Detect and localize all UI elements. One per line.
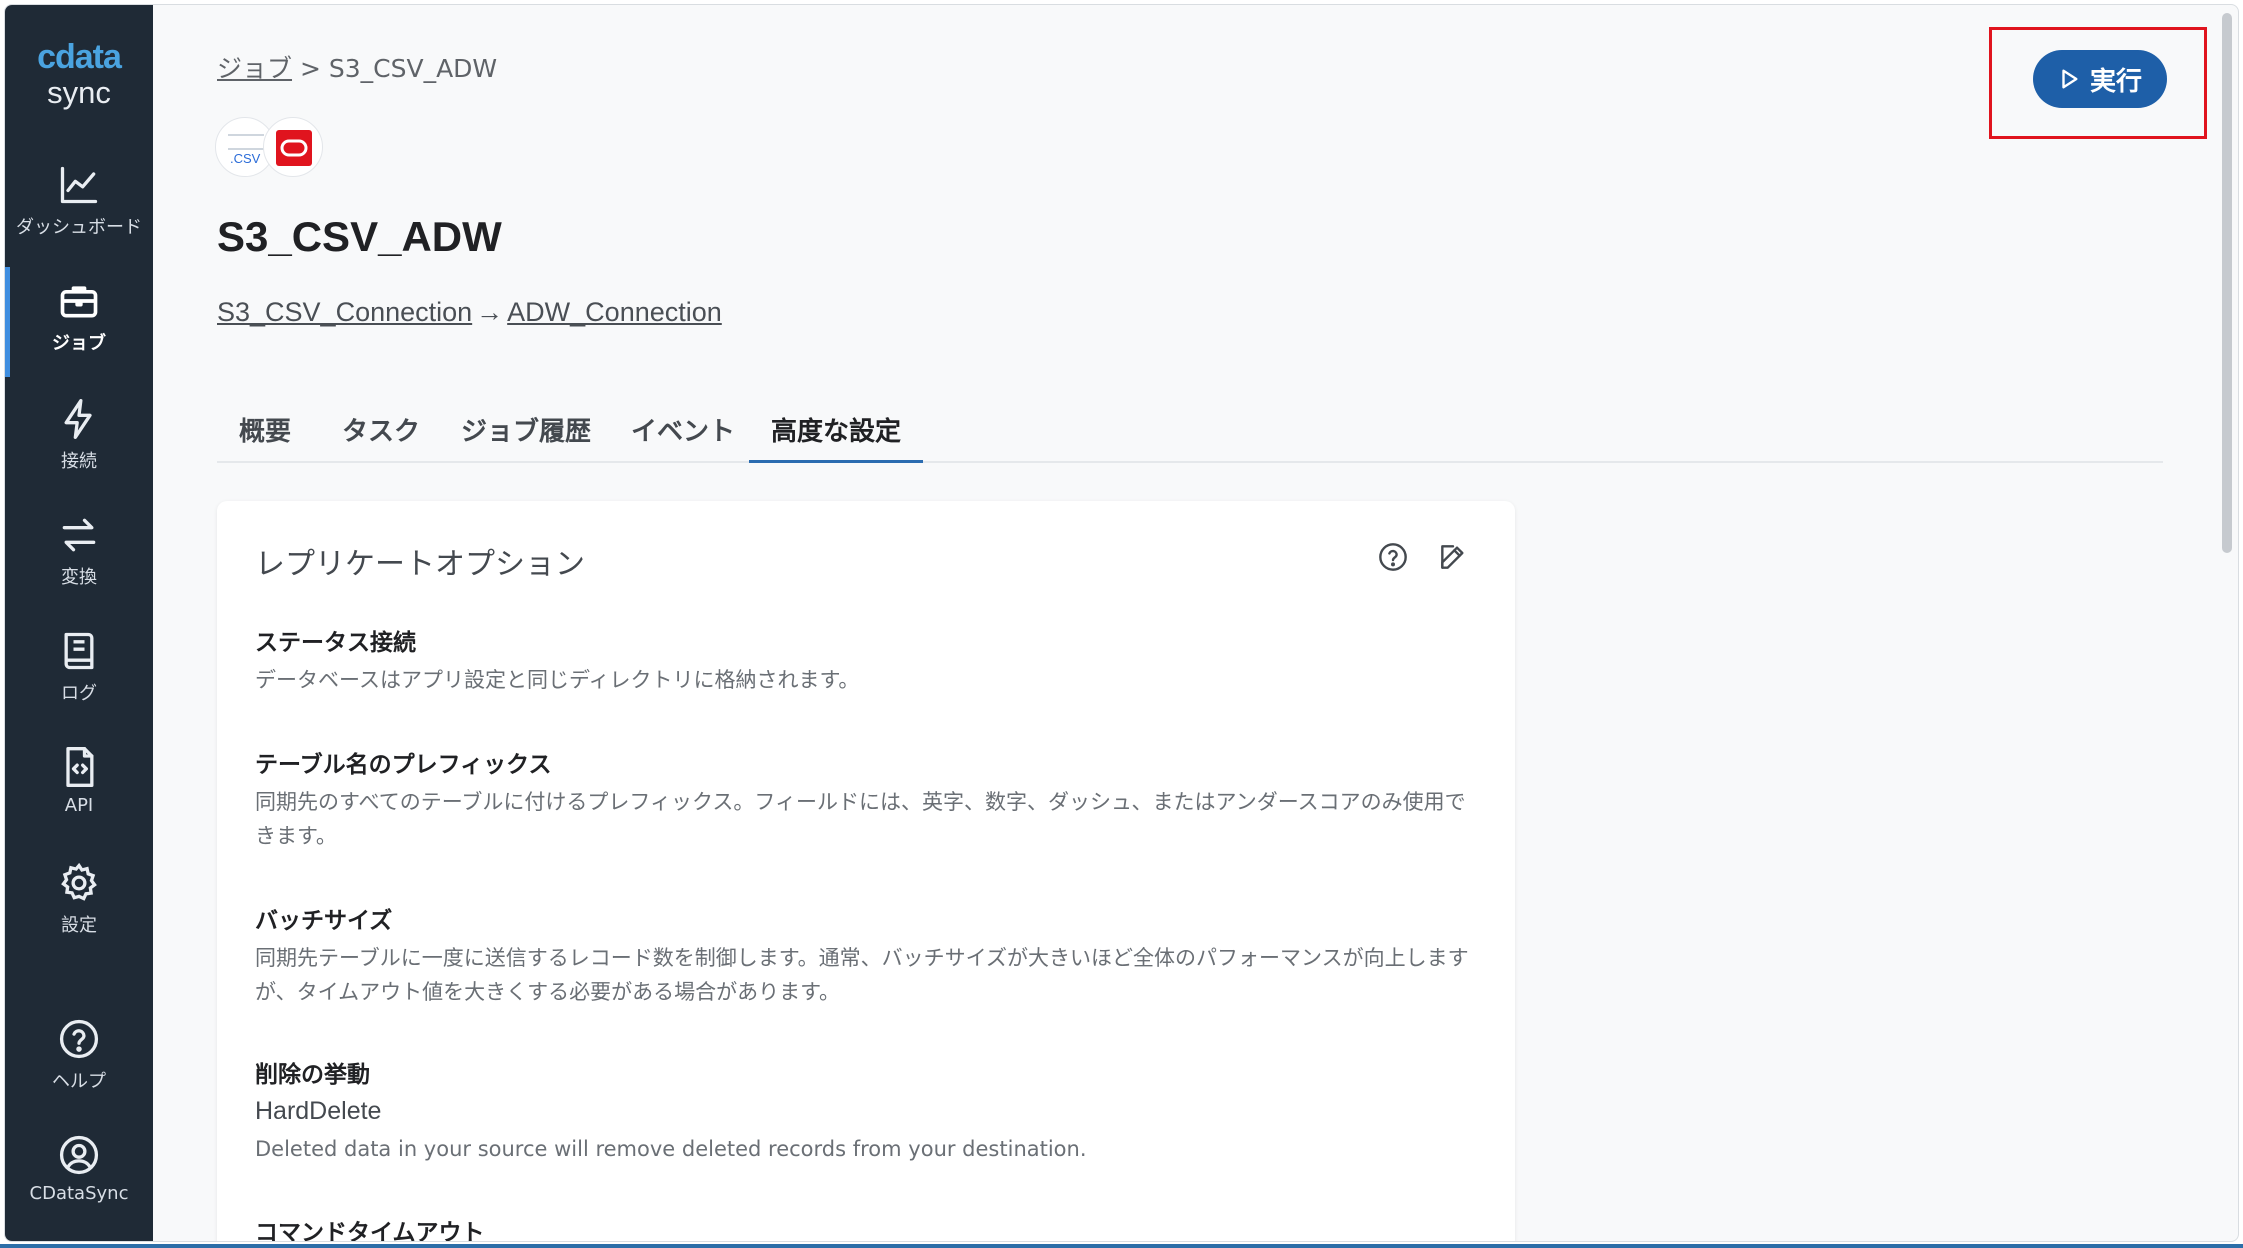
sidebar-item-label: 接続 bbox=[61, 451, 97, 472]
sidebar-item-account[interactable]: CDataSync bbox=[5, 1133, 153, 1241]
tab-events[interactable]: イベント bbox=[609, 411, 757, 463]
sidebar-item-connections[interactable]: 接続 bbox=[5, 397, 153, 507]
code-file-icon bbox=[66, 747, 94, 787]
gear-icon bbox=[61, 862, 97, 901]
run-button-label: 実行 bbox=[2089, 65, 2142, 96]
option-command-timeout: コマンドタイムアウト bbox=[255, 1213, 1485, 1242]
card-title: レプリケートオプション bbox=[255, 547, 585, 582]
csv-icon-label: .CSV bbox=[230, 151, 261, 166]
option-description: Deleted data in your source will remove … bbox=[255, 1137, 1087, 1161]
option-value: HardDelete bbox=[255, 1097, 382, 1125]
user-circle-icon bbox=[59, 1135, 99, 1175]
sidebar-item-label: 設定 bbox=[61, 915, 97, 936]
swap-arrows-icon bbox=[62, 518, 96, 552]
tab-job-history[interactable]: ジョブ履歴 bbox=[439, 411, 613, 463]
tab-overview[interactable]: 概要 bbox=[217, 411, 313, 463]
replicate-options-card: レプリケートオプション ステータス接続 データベースはアプリ設定と同じディレクト… bbox=[217, 501, 1515, 1242]
edit-icon[interactable] bbox=[1437, 541, 1469, 573]
sidebar: cdata sync ダッシュボード ジョブ 接続 変換 ログ API 設定 ヘ… bbox=[5, 5, 153, 1241]
bottom-border bbox=[0, 1244, 2243, 1248]
tab-bar: 概要 タスク ジョブ履歴 イベント 高度な設定 bbox=[217, 399, 2163, 463]
sidebar-item-label: API bbox=[64, 795, 94, 816]
sidebar-item-label: ジョブ bbox=[52, 333, 106, 354]
play-icon bbox=[2062, 69, 2078, 89]
page-title: S3_CSV_ADW bbox=[217, 213, 502, 260]
option-status-connection: ステータス接続 データベースはアプリ設定と同じディレクトリに格納されます。 bbox=[255, 623, 1485, 697]
lightning-icon bbox=[64, 399, 92, 439]
logo-wordmark: cdata bbox=[37, 38, 122, 76]
tab-tasks[interactable]: タスク bbox=[320, 411, 442, 463]
connection-path: S3_CSV_Connection → ADW_Connection bbox=[217, 297, 722, 328]
oracle-logo-icon bbox=[276, 130, 312, 166]
sidebar-item-dashboard[interactable]: ダッシュボード bbox=[5, 163, 153, 273]
option-description: 同期先のすべてのテーブルに付けるプレフィックス。フィールドには、英字、数字、ダッ… bbox=[255, 790, 1466, 848]
arrow-right-icon: → bbox=[476, 297, 504, 327]
option-description: データベースはアプリ設定と同じディレクトリに格納されます。 bbox=[255, 668, 860, 692]
logo-subtitle: sync bbox=[47, 75, 111, 110]
app-window: cdata sync ダッシュボード ジョブ 接続 変換 ログ API 設定 ヘ… bbox=[4, 4, 2239, 1242]
option-description: 同期先テーブルに一度に送信するレコード数を制御します。通常、バッチサイズが大きい… bbox=[255, 946, 1469, 1004]
sidebar-item-help[interactable]: ヘルプ bbox=[5, 1017, 153, 1127]
option-batch-size: バッチサイズ 同期先テーブルに一度に送信するレコード数を制御します。通常、バッチ… bbox=[255, 901, 1485, 1009]
sidebar-item-transform[interactable]: 変換 bbox=[5, 513, 153, 623]
cdata-sync-logo[interactable]: cdata sync bbox=[5, 39, 153, 111]
option-label: 削除の挙動 bbox=[255, 1062, 370, 1088]
breadcrumb-current: S3_CSV_ADW bbox=[328, 54, 498, 83]
option-table-prefix: テーブル名のプレフィックス 同期先のすべてのテーブルに付けるプレフィックス。フィ… bbox=[255, 745, 1485, 853]
option-label: テーブル名のプレフィックス bbox=[255, 752, 552, 778]
sidebar-item-jobs[interactable]: ジョブ bbox=[5, 267, 153, 377]
tab-advanced-settings[interactable]: 高度な設定 bbox=[749, 411, 924, 463]
scrollbar-thumb[interactable] bbox=[2222, 13, 2232, 553]
help-circle-icon[interactable] bbox=[1377, 541, 1409, 573]
option-label: バッチサイズ bbox=[255, 908, 393, 934]
oracle-icon bbox=[263, 117, 323, 177]
destination-connection-link[interactable]: ADW_Connection bbox=[507, 297, 722, 327]
breadcrumb-separator: > bbox=[299, 54, 321, 83]
source-connection-link[interactable]: S3_CSV_Connection bbox=[217, 297, 472, 327]
sidebar-item-label: 変換 bbox=[61, 567, 97, 588]
sidebar-item-label: ダッシュボード bbox=[16, 217, 142, 238]
sidebar-item-label: CDataSync bbox=[29, 1183, 129, 1204]
breadcrumb-jobs-link[interactable]: ジョブ bbox=[217, 54, 292, 83]
sidebar-item-settings[interactable]: 設定 bbox=[5, 861, 153, 971]
briefcase-icon bbox=[60, 286, 98, 318]
dashboard-chart-icon bbox=[60, 166, 98, 204]
sidebar-item-label: ヘルプ bbox=[52, 1071, 106, 1092]
sidebar-item-api[interactable]: API bbox=[5, 745, 153, 855]
sidebar-item-logs[interactable]: ログ bbox=[5, 629, 153, 739]
book-icon bbox=[64, 632, 94, 670]
connection-icons: .CSV bbox=[215, 117, 335, 181]
option-label: コマンドタイムアウト bbox=[255, 1220, 485, 1242]
option-delete-behavior: 削除の挙動 HardDelete Deleted data in your so… bbox=[255, 1055, 1485, 1166]
sidebar-item-label: ログ bbox=[61, 683, 97, 704]
run-button[interactable]: 実行 bbox=[2033, 50, 2167, 108]
breadcrumb: ジョブ > S3_CSV_ADW bbox=[217, 49, 497, 85]
main-content: ジョブ > S3_CSV_ADW .CSV S3_CSV_ADW S3_CSV_… bbox=[153, 5, 2238, 1241]
help-circle-icon bbox=[59, 1019, 99, 1059]
option-label: ステータス接続 bbox=[255, 630, 416, 656]
